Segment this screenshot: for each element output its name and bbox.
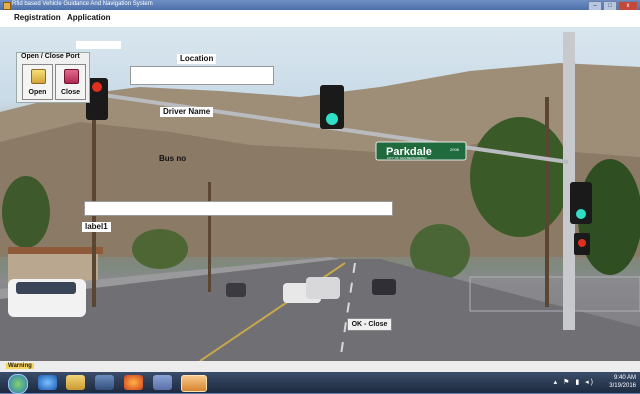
pedestrian-light bbox=[578, 239, 586, 247]
background-street-image: Parkdale 2008 CITY OF SAN BERNARDINO bbox=[0, 27, 640, 361]
tray-time: 9:40 AM bbox=[613, 375, 636, 381]
small-car bbox=[226, 283, 246, 297]
tray-clock[interactable]: 9:40 AM 3/19/2016 bbox=[609, 374, 636, 390]
menu-bar: Registration Application bbox=[0, 10, 640, 27]
location-label: Location bbox=[177, 54, 217, 64]
tree-left bbox=[2, 176, 50, 248]
window-title: Rfid based Vehicle Guidance And Navigati… bbox=[12, 1, 153, 7]
driver-info-input[interactable] bbox=[84, 201, 393, 216]
port-group-caption: Open / Close Port bbox=[21, 53, 80, 60]
ok-close-button[interactable]: OK - Close bbox=[347, 318, 392, 331]
start-button-icon[interactable] bbox=[8, 374, 28, 394]
status-bar: Warning bbox=[0, 361, 640, 372]
white-car-window bbox=[16, 282, 76, 294]
open-port-button[interactable]: Open bbox=[22, 64, 53, 100]
building-roof bbox=[8, 247, 103, 254]
dark-car bbox=[372, 279, 396, 295]
street-sign-city: CITY OF SAN BERNARDINO bbox=[387, 156, 427, 160]
suv bbox=[306, 277, 340, 299]
utility-pole-right bbox=[545, 97, 549, 307]
taskbar: ▴ ⚑ ▮ ◂) 9:40 AM 3/19/2016 bbox=[0, 372, 640, 394]
top-textbox[interactable] bbox=[76, 41, 121, 49]
green-light bbox=[326, 113, 338, 125]
street-sign-number: 2008 bbox=[450, 147, 460, 152]
warning-label: Warning bbox=[6, 363, 34, 369]
signal-pole bbox=[563, 32, 575, 330]
menu-application[interactable]: Application bbox=[67, 13, 111, 22]
media-player-icon[interactable] bbox=[95, 375, 114, 390]
title-bar: Rfid based Vehicle Guidance And Navigati… bbox=[0, 0, 640, 11]
driver-name-label: Driver Name bbox=[160, 107, 214, 117]
firefox-icon[interactable] bbox=[124, 375, 143, 390]
green-light-right bbox=[576, 209, 586, 219]
tree-mid-left bbox=[132, 229, 188, 269]
active-app-icon[interactable] bbox=[181, 375, 207, 392]
folder-icon bbox=[31, 69, 46, 84]
open-label: Open bbox=[28, 89, 47, 96]
menu-registration[interactable]: Registration bbox=[14, 13, 61, 22]
label1: label1 bbox=[82, 222, 111, 232]
utility-pole-mid bbox=[208, 182, 211, 292]
app-icon bbox=[3, 2, 11, 10]
tray-icons: ▴ ⚑ ▮ ◂) bbox=[553, 379, 595, 386]
explorer-icon[interactable] bbox=[66, 375, 85, 390]
open-close-port-group: Open / Close Port Open Close bbox=[16, 52, 90, 103]
bus-no-label: Bus no bbox=[159, 154, 187, 163]
red-light bbox=[92, 82, 102, 92]
ie-icon[interactable] bbox=[38, 375, 57, 390]
close-port-button[interactable]: Close bbox=[55, 64, 86, 100]
street-scene-svg: Parkdale 2008 CITY OF SAN BERNARDINO bbox=[0, 32, 640, 361]
tree-right bbox=[470, 117, 570, 237]
location-input[interactable] bbox=[130, 66, 274, 85]
close-label: Close bbox=[60, 89, 81, 96]
book-icon bbox=[64, 69, 79, 84]
tray-date: 3/19/2016 bbox=[609, 383, 636, 389]
visual-studio-icon[interactable] bbox=[153, 375, 172, 390]
